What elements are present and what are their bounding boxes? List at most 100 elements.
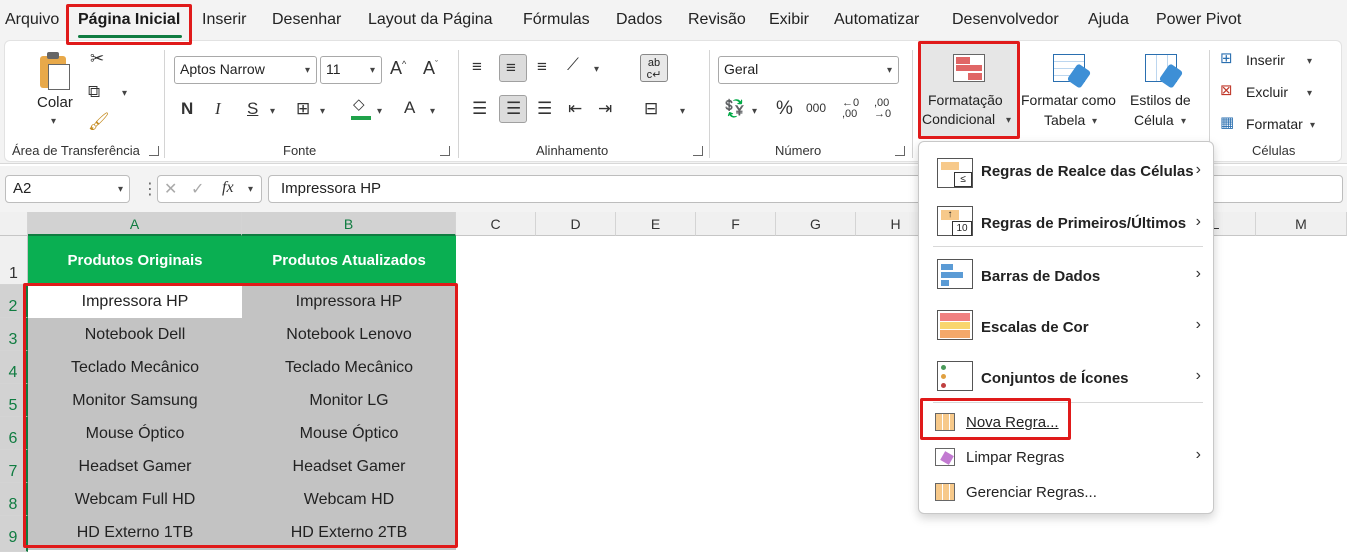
table-cell[interactable]: Webcam Full HD	[28, 483, 242, 516]
chevron-down-icon[interactable]: ▾	[1307, 88, 1312, 99]
col-header-d[interactable]: D	[536, 212, 616, 236]
merge-center-icon[interactable]: ⊟	[644, 100, 658, 117]
font-launcher-icon[interactable]	[440, 146, 450, 156]
menu-item-top-bottom-rules[interactable]: ↑ 10 Regras de Primeiros/Últimos ›	[919, 198, 1213, 246]
confirm-icon[interactable]: ✓	[191, 179, 204, 199]
table-cell[interactable]: Teclado Mecânico	[28, 351, 242, 384]
italic-button[interactable]: I	[215, 100, 221, 117]
name-box[interactable]: A2 ▾	[5, 175, 130, 203]
alignment-launcher-icon[interactable]	[693, 146, 703, 156]
row-header-3[interactable]: 3	[0, 318, 28, 351]
fill-color-dropdown-icon[interactable]: ▾	[377, 106, 382, 117]
number-format-select[interactable]: Geral ▾	[718, 56, 899, 84]
menu-power-pivot[interactable]: Power Pivot	[1156, 11, 1241, 29]
header-cell-b1[interactable]: Produtos Atualizados	[242, 236, 456, 285]
align-center-button[interactable]: ☰	[499, 95, 527, 123]
menu-item-manage-rules[interactable]: Gerenciar Regras...	[919, 477, 1213, 509]
wrap-text-icon[interactable]: ab c↵	[640, 54, 668, 82]
align-left-icon[interactable]: ☰	[472, 100, 487, 117]
table-cell[interactable]: Headset Gamer	[242, 450, 456, 483]
conditional-formatting-button[interactable]: Formatação Condicional ▾	[920, 44, 1018, 137]
font-color-dropdown-icon[interactable]: ▾	[430, 106, 435, 117]
copy-icon[interactable]: ⧉	[88, 83, 100, 100]
table-cell[interactable]: Teclado Mecânico	[242, 351, 456, 384]
menu-ajuda[interactable]: Ajuda	[1088, 11, 1129, 29]
menu-desenhar[interactable]: Desenhar	[272, 11, 341, 29]
col-header-g[interactable]: G	[776, 212, 856, 236]
paste-button[interactable]: Colar	[37, 94, 73, 111]
delete-cells-button[interactable]: Excluir	[1246, 84, 1288, 100]
format-as-table-label-1[interactable]: Formatar como	[1021, 92, 1116, 108]
insert-cells-button[interactable]: Inserir	[1246, 52, 1285, 68]
col-header-f[interactable]: F	[696, 212, 776, 236]
row-header-5[interactable]: 5	[0, 384, 28, 417]
format-as-table-label-2[interactable]: Tabela	[1044, 112, 1085, 128]
align-right-icon[interactable]: ☰	[537, 100, 552, 117]
menu-arquivo[interactable]: Arquivo	[5, 11, 59, 29]
row-header-4[interactable]: 4	[0, 351, 28, 384]
align-top-icon[interactable]: ≡	[472, 58, 482, 75]
cell-styles-icon[interactable]	[1145, 54, 1184, 89]
row-header-2[interactable]: 2	[0, 285, 28, 318]
menu-layout[interactable]: Layout da Página	[368, 11, 493, 29]
menu-item-new-rule[interactable]: Nova Regra...	[919, 406, 1213, 440]
select-all-corner[interactable]	[0, 212, 28, 236]
align-bottom-icon[interactable]: ≡	[537, 58, 547, 75]
delete-cells-icon[interactable]: ⊠	[1220, 83, 1233, 98]
menu-item-clear-rules[interactable]: Limpar Regras ›	[919, 442, 1213, 474]
cell-styles-label-1[interactable]: Estilos de	[1130, 92, 1191, 108]
menu-pagina-inicial[interactable]: Página Inicial	[78, 11, 180, 29]
orientation-icon[interactable]: ⟋	[567, 56, 579, 73]
accounting-icon[interactable]: 💱	[724, 100, 745, 117]
row-header-7[interactable]: 7	[0, 450, 28, 483]
col-header-m[interactable]: M	[1256, 212, 1347, 236]
format-as-table-icon[interactable]	[1053, 54, 1092, 89]
font-name-select[interactable]: Aptos Narrow ▾	[174, 56, 317, 84]
table-cell[interactable]: Impressora HP	[242, 285, 456, 318]
table-cell[interactable]: Notebook Dell	[28, 318, 242, 351]
chevron-down-icon[interactable]: ▾	[1307, 56, 1312, 67]
menu-item-color-scales[interactable]: Escalas de Cor ›	[919, 302, 1213, 352]
percent-button[interactable]: %	[776, 99, 793, 118]
fill-color-icon[interactable]: ◇	[351, 97, 371, 121]
font-size-select[interactable]: 11 ▾	[320, 56, 382, 84]
col-header-b[interactable]: B	[242, 212, 456, 236]
table-cell[interactable]: Impressora HP	[28, 285, 242, 318]
menu-automatizar[interactable]: Automatizar	[834, 11, 919, 29]
table-cell[interactable]: HD Externo 1TB	[28, 516, 242, 549]
paste-dropdown-icon[interactable]: ▾	[51, 116, 56, 127]
increase-indent-icon[interactable]: ⇥	[598, 100, 612, 117]
thousands-button[interactable]: 000	[806, 102, 826, 114]
format-cells-icon[interactable]: ▦	[1220, 115, 1234, 130]
row-header-8[interactable]: 8	[0, 483, 28, 516]
grow-font-icon[interactable]: A^	[390, 59, 406, 77]
table-cell[interactable]: Notebook Lenovo	[242, 318, 456, 351]
font-color-icon[interactable]: A	[404, 99, 415, 116]
menu-desenvolvedor[interactable]: Desenvolvedor	[952, 11, 1059, 29]
format-painter-icon[interactable]: 🖌	[88, 113, 110, 130]
insert-function-icon[interactable]: fx	[222, 179, 234, 197]
copy-dropdown-icon[interactable]: ▾	[122, 88, 127, 99]
row-header-9[interactable]: 9	[0, 516, 28, 552]
col-header-a[interactable]: A	[28, 212, 242, 236]
menu-exibir[interactable]: Exibir	[769, 11, 809, 29]
bold-button[interactable]: N	[181, 100, 193, 117]
table-cell[interactable]: Webcam HD	[242, 483, 456, 516]
table-cell[interactable]: Mouse Óptico	[28, 417, 242, 450]
chevron-down-icon[interactable]: ▾	[1310, 120, 1315, 131]
table-cell[interactable]: HD Externo 2TB	[242, 516, 456, 549]
increase-decimal-icon[interactable]: ←0,00	[842, 98, 859, 120]
menu-item-highlight-rules[interactable]: ≤ Regras de Realce das Células ›	[919, 150, 1213, 196]
number-launcher-icon[interactable]	[895, 146, 905, 156]
menu-item-data-bars[interactable]: Barras de Dados ›	[919, 250, 1213, 300]
shrink-font-icon[interactable]: Aˇ	[423, 59, 438, 77]
accounting-dropdown-icon[interactable]: ▾	[752, 106, 757, 117]
cancel-icon[interactable]: ✕	[164, 179, 177, 199]
insert-cells-icon[interactable]: ⊞	[1220, 51, 1233, 66]
menu-dados[interactable]: Dados	[616, 11, 662, 29]
menu-formulas[interactable]: Fórmulas	[523, 11, 590, 29]
col-header-c[interactable]: C	[456, 212, 536, 236]
orientation-dropdown-icon[interactable]: ▾	[594, 64, 599, 75]
borders-dropdown-icon[interactable]: ▾	[320, 106, 325, 117]
borders-icon[interactable]: ⊞	[296, 100, 310, 117]
